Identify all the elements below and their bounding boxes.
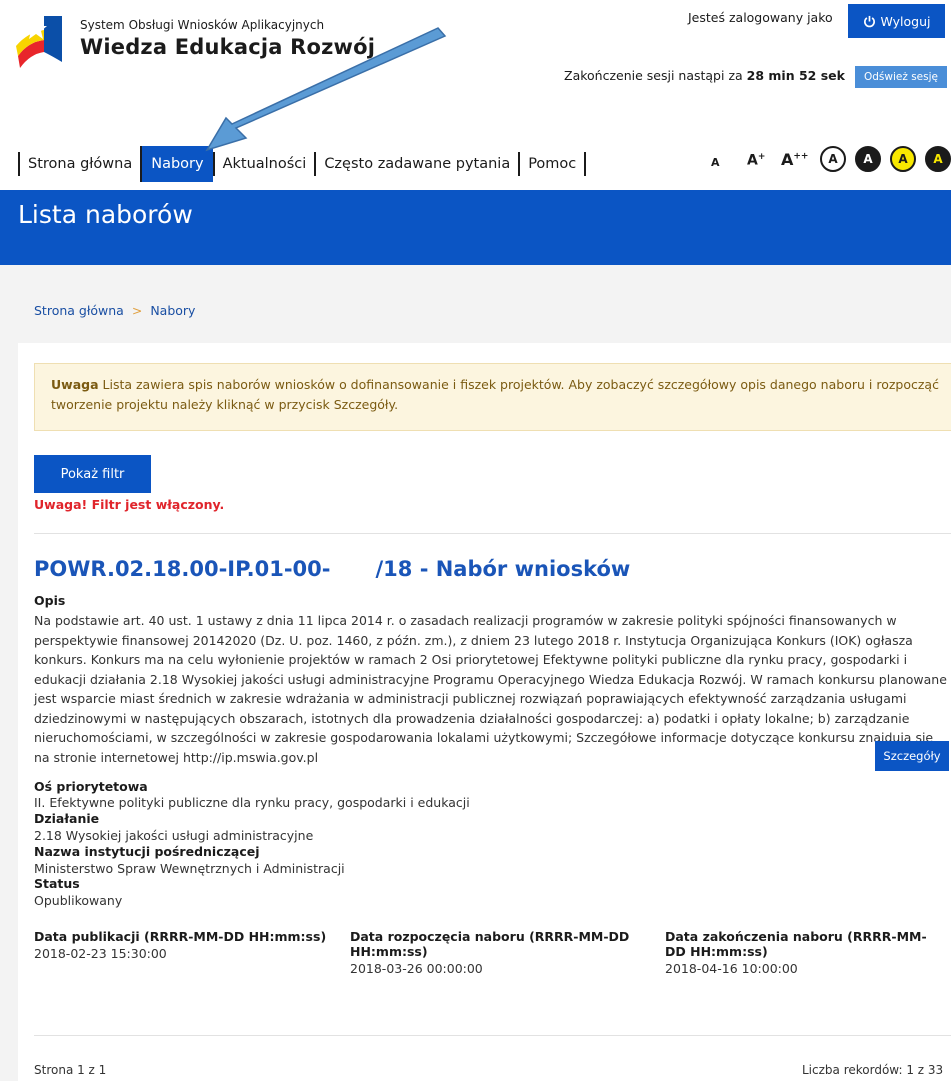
font-size-large-label: A	[781, 150, 794, 169]
nabor-title-suffix: /18 - Nabór wniosków	[375, 557, 631, 581]
session-text: Zakończenie sesji nastąpi za	[564, 68, 747, 83]
notice-box: Uwaga Lista zawiera spis naborów wnioskó…	[34, 363, 951, 431]
publication-date-value: 2018-02-23 15:30:00	[34, 946, 167, 961]
show-filter-button[interactable]: Pokaż filtr	[34, 455, 151, 493]
page-info: Strona 1 z 1	[34, 1063, 107, 1077]
dzialanie-value: 2.18 Wysokiej jakości usługi administrac…	[34, 828, 314, 843]
refresh-session-button[interactable]: Odśwież sesję	[855, 66, 947, 88]
power-icon	[863, 15, 875, 27]
nav-item-news[interactable]: Aktualności	[212, 152, 315, 176]
system-title: Wiedza Edukacja Rozwój	[80, 35, 376, 59]
nav-item-help[interactable]: Pomoc	[518, 152, 587, 176]
os-value: II. Efektywne polityki publiczne dla ryn…	[34, 795, 470, 810]
start-date-value: 2018-03-26 00:00:00	[350, 961, 483, 976]
breadcrumb-home[interactable]: Strona główna	[34, 303, 124, 318]
publication-date: Data publikacji (RRRR-MM-DD HH:mm:ss) 20…	[34, 929, 334, 961]
contrast-black-white[interactable]: A	[855, 146, 881, 172]
system-subtitle: System Obsługi Wniosków Aplikacyjnych	[80, 18, 325, 32]
session-timer: Zakończenie sesji nastąpi za 28 min 52 s…	[564, 68, 845, 83]
font-size-medium-sup: +	[757, 152, 766, 162]
logout-button[interactable]: Wyloguj	[848, 4, 945, 38]
font-size-medium[interactable]: A+	[747, 152, 765, 169]
os-label: Oś priorytetowa	[34, 779, 148, 794]
end-date-value: 2018-04-16 10:00:00	[665, 961, 798, 976]
main-nav: Strona główna Nabory Aktualności Często …	[18, 146, 587, 182]
page-title-banner: Lista naborów	[0, 190, 951, 265]
page-title: Lista naborów	[18, 200, 193, 229]
filter-warning: Uwaga! Filtr jest włączony.	[34, 497, 225, 512]
breadcrumb-separator: >	[131, 303, 143, 318]
logged-in-text: Jesteś zalogowany jako	[688, 10, 833, 25]
nav-item-nabory[interactable]: Nabory	[140, 146, 213, 182]
logout-label: Wyloguj	[880, 13, 931, 29]
project-logo[interactable]	[14, 12, 68, 68]
breadcrumb-current[interactable]: Nabory	[150, 303, 195, 318]
status-label: Status	[34, 876, 80, 891]
contrast-default[interactable]: A	[820, 146, 846, 172]
instytucja-label: Nazwa instytucji pośredniczącej	[34, 844, 260, 859]
font-size-large-sup: ++	[793, 151, 809, 162]
nabor-title-code: POWR.02.18.00-IP.01-00-	[34, 557, 331, 581]
divider	[34, 533, 951, 534]
contrast-yellow-black[interactable]: A	[890, 146, 916, 172]
font-size-small[interactable]: A	[711, 156, 720, 169]
end-date-label: Data zakończenia naboru (RRRR-MM-DD HH:m…	[665, 929, 927, 959]
start-date-label: Data rozpoczęcia naboru (RRRR-MM-DD HH:m…	[350, 929, 630, 959]
details-button[interactable]: Szczegóły	[875, 741, 949, 771]
site-header: System Obsługi Wniosków Aplikacyjnych Wi…	[0, 0, 951, 190]
publication-date-label: Data publikacji (RRRR-MM-DD HH:mm:ss)	[34, 929, 327, 944]
notice-text: Lista zawiera spis naborów wniosków o do…	[51, 377, 939, 412]
breadcrumb: Strona główna > Nabory	[34, 303, 195, 318]
start-date: Data rozpoczęcia naboru (RRRR-MM-DD HH:m…	[350, 929, 640, 976]
instytucja-value: Ministerstwo Spraw Wewnętrznych i Admini…	[34, 861, 345, 876]
notice-strong: Uwaga	[51, 377, 99, 392]
nav-item-faq[interactable]: Często zadawane pytania	[314, 152, 518, 176]
status-value: Opublikowany	[34, 893, 123, 908]
dzialanie-label: Działanie	[34, 811, 100, 826]
font-size-large[interactable]: A++	[781, 150, 808, 169]
end-date: Data zakończenia naboru (RRRR-MM-DD HH:m…	[665, 929, 947, 976]
nabor-title[interactable]: POWR.02.18.00-IP.01-00- /18 - Nabór wnios…	[34, 557, 630, 581]
opis-text: Na podstawie art. 40 ust. 1 ustawy z dni…	[34, 613, 947, 765]
contrast-black-yellow[interactable]: A	[925, 146, 951, 172]
opis-label: Opis	[34, 593, 66, 608]
nav-item-home[interactable]: Strona główna	[18, 152, 140, 176]
divider	[34, 1035, 951, 1036]
records-count: Liczba rekordów: 1 z 33	[802, 1063, 944, 1077]
font-size-medium-label: A	[747, 152, 758, 169]
session-time: 28 min 52 sek	[746, 68, 845, 83]
